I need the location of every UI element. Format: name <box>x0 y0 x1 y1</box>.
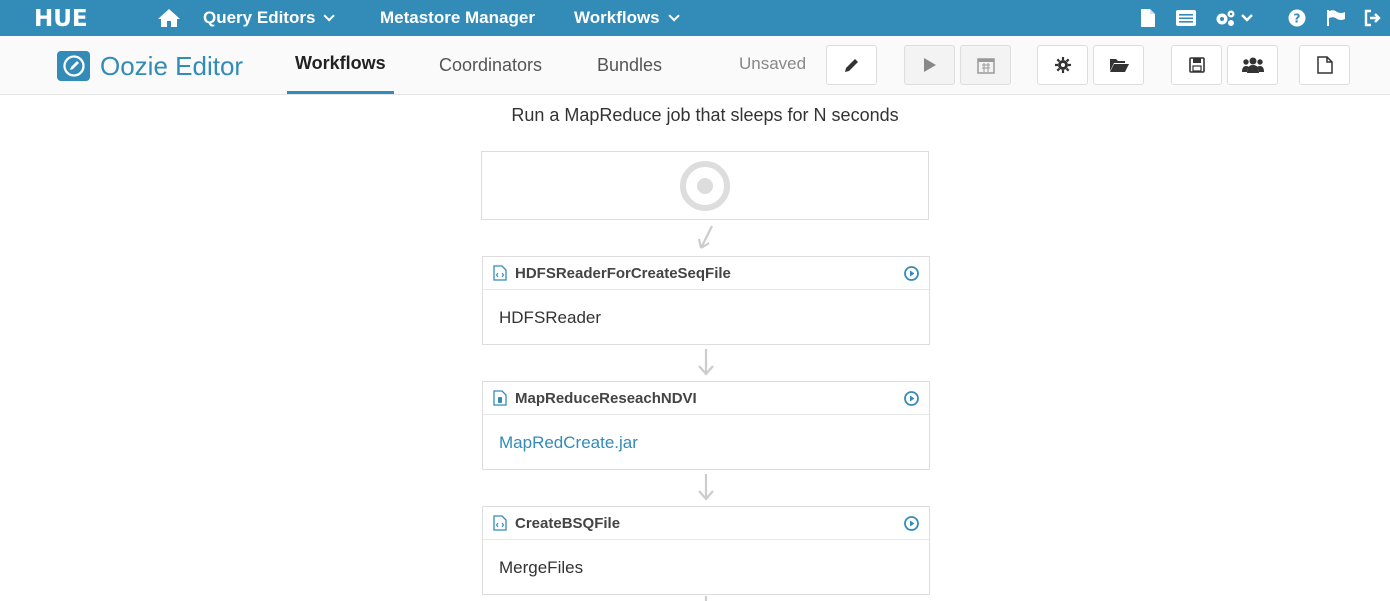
nav-workflows[interactable]: Workflows <box>574 0 680 36</box>
node-body: MergeFiles <box>499 557 584 577</box>
nav-metastore-manager[interactable]: Metastore Manager <box>380 0 535 36</box>
run-button[interactable] <box>904 45 955 85</box>
help-icon[interactable]: ? <box>1288 9 1306 27</box>
share-button[interactable] <box>1227 45 1278 85</box>
node-title: HDFSReaderForCreateSeqFile <box>515 264 731 282</box>
start-node[interactable] <box>481 151 929 220</box>
users-icon <box>1241 57 1264 73</box>
tab-bundles[interactable]: Bundles <box>597 36 662 94</box>
tab-coordinators[interactable]: Coordinators <box>439 36 542 94</box>
play-circle-icon[interactable] <box>904 266 919 281</box>
tab-bundles-label: Bundles <box>597 54 663 75</box>
home-icon <box>158 9 180 27</box>
arrow-down-icon <box>698 349 714 376</box>
file-icon[interactable] <box>1140 9 1156 27</box>
gear-icon <box>1054 57 1071 73</box>
tab-coordinators-label: Coordinators <box>439 54 543 75</box>
open-button[interactable] <box>1093 45 1144 85</box>
new-button[interactable] <box>1299 45 1350 85</box>
flag-icon[interactable] <box>1326 9 1346 27</box>
arrow-down-icon <box>704 596 708 601</box>
node-title: CreateBSQFile <box>515 514 621 532</box>
chevron-down-icon <box>323 10 336 22</box>
nav-query-editors[interactable]: Query Editors <box>203 0 336 36</box>
node-title: MapReduceReseachNDVI <box>515 389 697 407</box>
workflow-node[interactable]: HDFSReaderForCreateSeqFile HDFSReader <box>482 256 930 345</box>
top-navbar: HUE Query Editors Metastore Manager Work… <box>0 0 1390 36</box>
workflow-node[interactable]: MapReduceReseachNDVI MapRedCreate.jar <box>482 381 930 470</box>
tab-workflows-label: Workflows <box>295 53 386 73</box>
new-file-icon <box>1316 56 1333 74</box>
tab-workflows[interactable]: Workflows <box>287 36 394 94</box>
nav-query-editors-label: Query Editors <box>203 8 316 27</box>
folder-open-icon <box>1109 59 1129 72</box>
workflow-node[interactable]: CreateBSQFile MergeFiles <box>482 506 930 595</box>
play-circle-icon[interactable] <box>904 391 919 406</box>
list-icon[interactable] <box>1176 9 1196 27</box>
code-file-icon <box>493 265 507 281</box>
home-link[interactable] <box>157 0 181 36</box>
editor-header: Oozie Editor Workflows Coordinators Bund… <box>0 36 1390 95</box>
save-status: Unsaved <box>739 54 807 73</box>
app-title-label: Oozie Editor <box>100 50 244 81</box>
oozie-edit-icon <box>57 51 90 81</box>
app-title[interactable]: Oozie Editor <box>57 51 243 81</box>
node-body: HDFSReader <box>499 307 602 327</box>
logout-icon[interactable] <box>1364 9 1382 27</box>
edit-icon <box>844 59 858 72</box>
hue-logo-icon: HUE <box>34 7 88 29</box>
settings-button[interactable] <box>1037 45 1088 85</box>
nav-metastore-label: Metastore Manager <box>380 8 535 27</box>
hue-logo[interactable]: HUE <box>34 7 114 29</box>
nav-workflows-label: Workflows <box>574 8 660 27</box>
arrow-down-icon <box>698 474 714 501</box>
schedule-button[interactable] <box>960 45 1011 85</box>
start-target-icon <box>680 160 730 211</box>
save-icon <box>1188 57 1205 73</box>
edit-button[interactable] <box>826 45 877 85</box>
arrow-down-icon <box>697 225 713 249</box>
logo-text: HUE <box>34 7 88 29</box>
workflow-name[interactable]: Run a MapReduce job that sleeps for N se… <box>0 105 1390 126</box>
jar-file-icon <box>493 390 507 406</box>
code-file-icon <box>493 515 507 531</box>
save-button[interactable] <box>1171 45 1222 85</box>
play-icon <box>923 58 936 72</box>
node-jar-link[interactable]: MapRedCreate.jar <box>483 415 929 470</box>
calendar-icon <box>976 58 995 74</box>
svg-text:?: ? <box>1294 12 1301 26</box>
chevron-down-icon <box>668 10 680 22</box>
cogs-icon[interactable] <box>1215 9 1255 27</box>
play-circle-icon[interactable] <box>904 516 919 531</box>
